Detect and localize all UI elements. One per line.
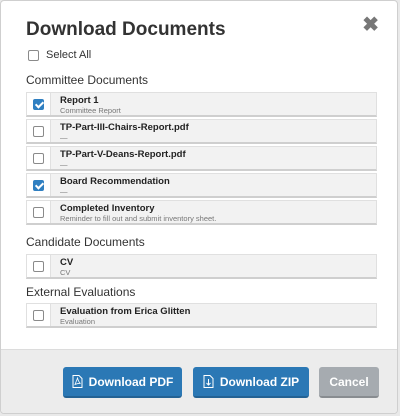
document-subtitle: —: [60, 187, 68, 196]
document-name: TP-Part-V-Deans-Report.pdf: [60, 149, 186, 160]
select-all-checkbox[interactable]: [28, 49, 39, 61]
download-pdf-label: Download PDF: [88, 374, 174, 389]
select-all-row[interactable]: Select All: [28, 49, 91, 61]
document-name: Report 1: [60, 95, 99, 106]
document-name: Evaluation from Erica Glitten: [60, 306, 191, 317]
document-subtitle: Reminder to fill out and submit inventor…: [60, 214, 217, 223]
document-row[interactable]: CV CV: [26, 254, 377, 279]
cancel-label: Cancel: [329, 374, 369, 389]
pdf-file-icon: [72, 375, 83, 388]
document-checkbox[interactable]: [33, 206, 44, 218]
document-checkbox[interactable]: [33, 260, 44, 272]
document-checkbox[interactable]: [33, 98, 44, 110]
dialog-title: Download Documents: [26, 19, 226, 40]
document-row[interactable]: Evaluation from Erica Glitten Evaluation: [26, 303, 377, 328]
document-row[interactable]: Report 1 Committee Report: [26, 92, 377, 117]
section-heading-committee: Committee Documents: [26, 73, 149, 87]
document-row[interactable]: TP-Part-V-Deans-Report.pdf —: [26, 146, 377, 171]
document-subtitle: CV: [60, 268, 71, 277]
document-name: Board Recommendation: [60, 176, 170, 187]
cancel-button[interactable]: Cancel: [319, 367, 379, 398]
document-checkbox[interactable]: [33, 152, 44, 164]
zip-file-icon: [203, 375, 214, 388]
document-name: Completed Inventory: [60, 203, 155, 214]
document-checkbox[interactable]: [33, 179, 44, 191]
document-name: CV: [60, 257, 74, 268]
document-row[interactable]: Board Recommendation —: [26, 173, 377, 198]
download-zip-button[interactable]: Download ZIP: [193, 367, 309, 398]
download-pdf-button[interactable]: Download PDF: [63, 367, 182, 398]
download-documents-dialog: Download Documents ✖ Select All Committe…: [0, 0, 398, 414]
document-checkbox[interactable]: [33, 125, 44, 137]
document-checkbox[interactable]: [33, 309, 44, 321]
document-name: TP-Part-III-Chairs-Report.pdf: [60, 122, 189, 133]
download-zip-label: Download ZIP: [219, 374, 300, 389]
document-subtitle: Committee Report: [60, 106, 121, 115]
document-row[interactable]: Completed Inventory Reminder to fill out…: [26, 200, 377, 225]
section-heading-external: External Evaluations: [26, 285, 136, 299]
section-heading-candidate: Candidate Documents: [26, 235, 145, 249]
document-row[interactable]: TP-Part-III-Chairs-Report.pdf —: [26, 119, 377, 144]
select-all-label: Select All: [46, 49, 92, 61]
dialog-footer: Download PDF Download ZIP Cancel: [1, 349, 397, 413]
close-icon[interactable]: ✖: [362, 15, 379, 35]
document-subtitle: Evaluation: [60, 317, 96, 326]
document-subtitle: —: [60, 160, 68, 169]
document-subtitle: —: [60, 133, 68, 142]
